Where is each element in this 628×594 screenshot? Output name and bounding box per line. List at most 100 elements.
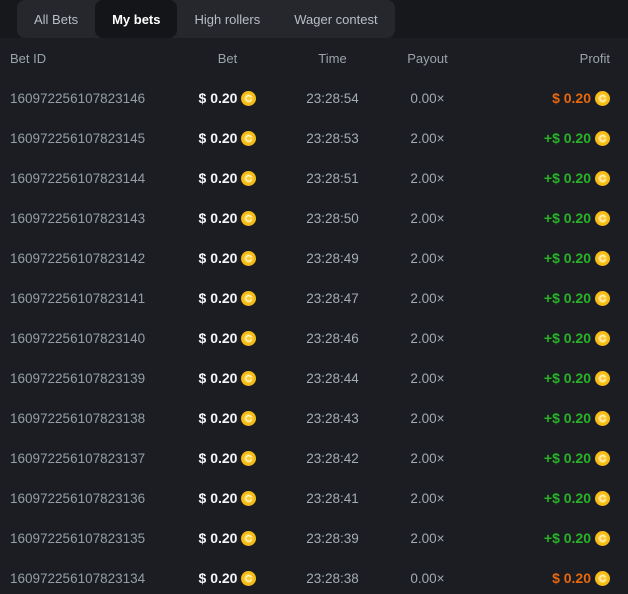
profit-value: +$ 0.20 [544,410,591,426]
profit-value: +$ 0.20 [544,130,591,146]
bet-id-value: 160972256107823144 [10,171,180,186]
profit-value: +$ 0.20 [544,530,591,546]
bet-amount-cell: $ 0.20 [180,490,275,506]
table-row[interactable]: 160972256107823136 $ 0.20 23:28:41 2.00×… [0,478,628,518]
gold-coin-icon [595,411,610,426]
header-bet-id: Bet ID [10,51,180,66]
bet-payout-value: 2.00× [390,371,465,386]
bet-amount-cell: $ 0.20 [180,570,275,586]
profit-cell: +$ 0.20 [465,450,610,466]
bet-time-value: 23:28:44 [275,371,390,386]
gold-coin-icon [241,411,256,426]
bet-time-value: 23:28:46 [275,331,390,346]
bet-amount-cell: $ 0.20 [180,370,275,386]
bet-payout-value: 2.00× [390,451,465,466]
bet-id-value: 160972256107823140 [10,331,180,346]
gold-coin-icon [241,91,256,106]
gold-coin-icon [595,451,610,466]
gold-coin-icon [595,131,610,146]
profit-cell: +$ 0.20 [465,290,610,306]
profit-cell: +$ 0.20 [465,530,610,546]
table-row[interactable]: 160972256107823146 $ 0.20 23:28:54 0.00×… [0,78,628,118]
table-row[interactable]: 160972256107823143 $ 0.20 23:28:50 2.00×… [0,198,628,238]
bet-amount-value: $ 0.20 [199,570,238,586]
bets-table: Bet ID Bet Time Payout Profit 1609722561… [0,38,628,594]
bet-time-value: 23:28:53 [275,131,390,146]
bet-payout-value: 2.00× [390,171,465,186]
table-row[interactable]: 160972256107823145 $ 0.20 23:28:53 2.00×… [0,118,628,158]
bet-payout-value: 2.00× [390,251,465,266]
bet-id-value: 160972256107823146 [10,91,180,106]
bet-amount-cell: $ 0.20 [180,130,275,146]
bet-id-value: 160972256107823141 [10,291,180,306]
bet-id-value: 160972256107823145 [10,131,180,146]
bet-table-body: 160972256107823146 $ 0.20 23:28:54 0.00×… [0,78,628,594]
bet-id-value: 160972256107823135 [10,531,180,546]
gold-coin-icon [595,291,610,306]
tab-wager-contest[interactable]: Wager contest [277,0,394,38]
bet-time-value: 23:28:39 [275,531,390,546]
table-row[interactable]: 160972256107823142 $ 0.20 23:28:49 2.00×… [0,238,628,278]
profit-value: $ 0.20 [552,90,591,106]
gold-coin-icon [595,251,610,266]
bet-amount-value: $ 0.20 [199,250,238,266]
bet-amount-cell: $ 0.20 [180,210,275,226]
profit-cell: $ 0.20 [465,90,610,106]
gold-coin-icon [241,451,256,466]
profit-cell: +$ 0.20 [465,370,610,386]
gold-coin-icon [595,331,610,346]
profit-cell: +$ 0.20 [465,330,610,346]
profit-value: +$ 0.20 [544,490,591,506]
table-row[interactable]: 160972256107823139 $ 0.20 23:28:44 2.00×… [0,358,628,398]
gold-coin-icon [241,211,256,226]
bet-payout-value: 2.00× [390,491,465,506]
bet-time-value: 23:28:49 [275,251,390,266]
bet-amount-cell: $ 0.20 [180,410,275,426]
table-row[interactable]: 160972256107823137 $ 0.20 23:28:42 2.00×… [0,438,628,478]
bet-time-value: 23:28:43 [275,411,390,426]
bet-amount-value: $ 0.20 [199,410,238,426]
gold-coin-icon [595,91,610,106]
profit-value: +$ 0.20 [544,450,591,466]
bet-id-value: 160972256107823142 [10,251,180,266]
bet-id-value: 160972256107823138 [10,411,180,426]
bet-id-value: 160972256107823136 [10,491,180,506]
gold-coin-icon [241,571,256,586]
bet-id-value: 160972256107823137 [10,451,180,466]
profit-cell: +$ 0.20 [465,410,610,426]
bet-amount-cell: $ 0.20 [180,90,275,106]
table-row[interactable]: 160972256107823144 $ 0.20 23:28:51 2.00×… [0,158,628,198]
gold-coin-icon [241,531,256,546]
bet-payout-value: 2.00× [390,211,465,226]
bet-amount-cell: $ 0.20 [180,170,275,186]
tab-group: All Bets My bets High rollers Wager cont… [17,0,395,38]
profit-value: +$ 0.20 [544,330,591,346]
table-row[interactable]: 160972256107823141 $ 0.20 23:28:47 2.00×… [0,278,628,318]
bet-amount-cell: $ 0.20 [180,290,275,306]
gold-coin-icon [241,491,256,506]
tab-all-bets[interactable]: All Bets [17,0,95,38]
bet-payout-value: 2.00× [390,331,465,346]
tab-high-rollers[interactable]: High rollers [177,0,277,38]
profit-cell: $ 0.20 [465,570,610,586]
bet-payout-value: 2.00× [390,411,465,426]
gold-coin-icon [595,371,610,386]
bet-amount-cell: $ 0.20 [180,250,275,266]
table-row[interactable]: 160972256107823135 $ 0.20 23:28:39 2.00×… [0,518,628,558]
profit-value: $ 0.20 [552,570,591,586]
gold-coin-icon [595,531,610,546]
gold-coin-icon [595,171,610,186]
profit-value: +$ 0.20 [544,210,591,226]
bet-amount-value: $ 0.20 [199,90,238,106]
bet-payout-value: 2.00× [390,291,465,306]
profit-cell: +$ 0.20 [465,170,610,186]
table-row[interactable]: 160972256107823140 $ 0.20 23:28:46 2.00×… [0,318,628,358]
table-row[interactable]: 160972256107823138 $ 0.20 23:28:43 2.00×… [0,398,628,438]
bet-amount-value: $ 0.20 [199,170,238,186]
gold-coin-icon [241,291,256,306]
tab-my-bets[interactable]: My bets [95,0,177,38]
gold-coin-icon [241,371,256,386]
profit-cell: +$ 0.20 [465,210,610,226]
table-row[interactable]: 160972256107823134 $ 0.20 23:28:38 0.00×… [0,558,628,594]
bet-amount-value: $ 0.20 [199,530,238,546]
